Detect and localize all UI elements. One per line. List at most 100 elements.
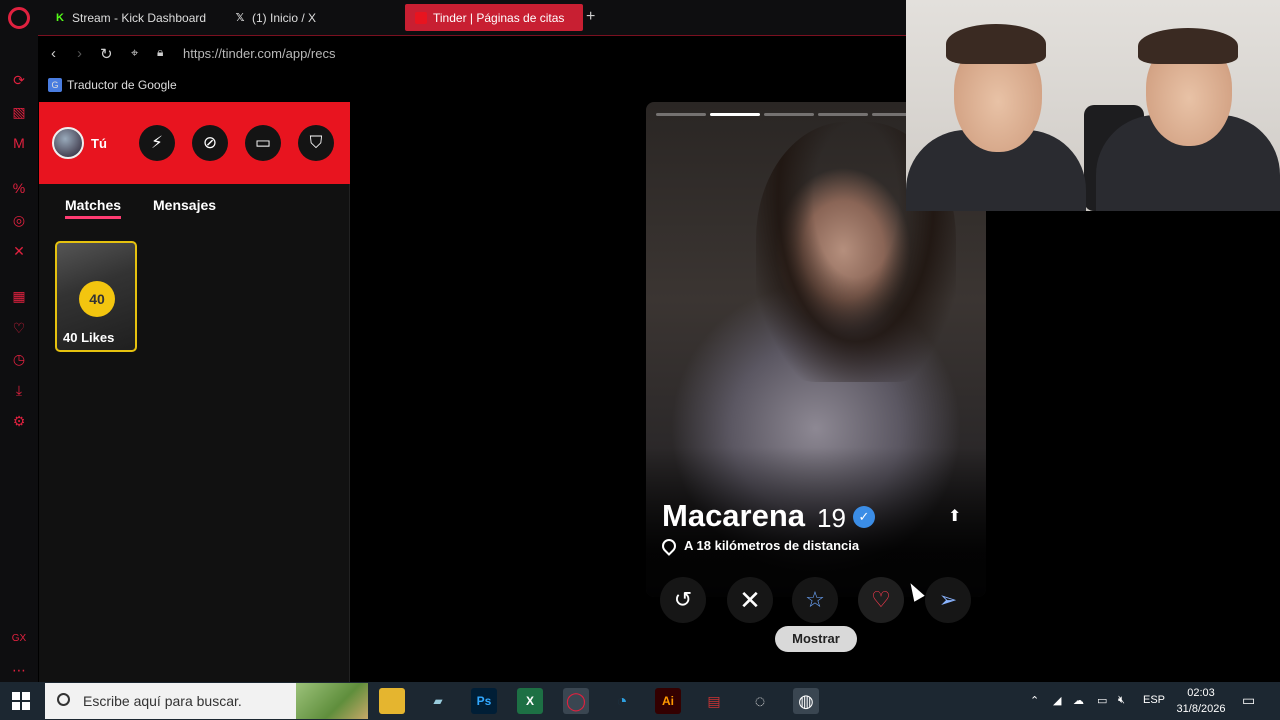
profile-age: 19 [817,503,846,533]
profile-label[interactable]: Tú [91,136,107,151]
profile-distance: A 18 kilómetros de distancia [659,535,860,556]
likes-card[interactable]: 40 40 Likes [55,241,137,352]
send-icon: ➢ [938,587,958,612]
browser-sidebar: ⟳ ▧ M % ◎ ✕ ▦ ♡ ◷ ⤓ ⚙ GX ⋯ [0,0,38,682]
opera-logo-icon[interactable] [8,7,30,29]
boost-icon[interactable]: ⚡︎ [139,125,175,161]
language-indicator[interactable]: ESP [1143,694,1165,706]
taskbar: Escribe aquí para buscar. ▰ Ps X ◯ ◔ Ai … [0,682,1280,720]
file-explorer-icon[interactable] [379,688,405,714]
network-icon[interactable]: ◢ [1053,694,1061,707]
nope-button[interactable]: ✕ [727,577,773,623]
tinder-icon [415,11,427,24]
whatsapp-icon[interactable]: ◎ [9,210,29,230]
more-icon[interactable]: ⋯ [9,660,29,680]
address-bar: ‹ › ↻ ⌖ 🔒︎ https://tinder.com/app/recs [38,35,906,71]
illustrator-icon[interactable]: Ai [655,688,681,714]
verified-icon: ✓ [853,506,875,528]
apps-icon[interactable]: ▦ [9,286,29,306]
excel-icon[interactable]: X [517,688,543,714]
cloud-icon[interactable]: ☁︎ [1073,694,1084,707]
search-placeholder: Escribe aquí para buscar. [83,693,242,709]
rewind-icon: ↺ [673,587,693,612]
percent-icon[interactable]: % [9,178,29,198]
search-decoration [296,683,368,719]
app-icon[interactable]: ◍ [793,688,819,714]
opera-gx-icon[interactable]: ◯ [563,688,589,714]
tab-label: Stream - Kick Dashboard [72,10,207,25]
tooltip: Mostrar [775,626,857,652]
x-icon: 𝕏 [235,12,245,24]
gx-icon[interactable]: GX [9,628,29,648]
download-icon[interactable]: ⤓ [9,380,29,400]
explore-icon[interactable]: ⊘ [192,125,228,161]
tab-label: (1) Inicio / X [252,10,317,25]
battery-icon[interactable]: ▭ [1097,694,1107,707]
webcam-overlay [906,0,1280,211]
location-icon[interactable]: ⌖ [131,45,138,61]
tab-tinder[interactable]: Tinder | Páginas de citas [405,4,583,31]
photo-progress-segment[interactable] [656,113,706,116]
windows-start-icon[interactable] [12,692,30,710]
photo-progress-segment[interactable] [764,113,814,116]
bookmarks-bar: G Traductor de Google [38,71,906,101]
back-icon[interactable]: ‹ [51,45,56,62]
photo-progress-segment[interactable] [818,113,868,116]
bookmark-google-translate[interactable]: G Traductor de Google [48,78,177,92]
clock[interactable]: 02:03 31/8/2026 [1174,685,1228,717]
taskbar-search[interactable]: Escribe aquí para buscar. [45,683,368,719]
messenger-icon[interactable]: M [9,133,29,153]
super-like-button[interactable]: ☆ [792,577,838,623]
profile-name: Macarena [662,498,806,533]
search-icon [57,693,70,706]
like-button[interactable]: ♡ [858,577,904,623]
heart-icon: ♡ [871,587,891,612]
rewind-button[interactable]: ↺ [660,577,706,623]
likes-count-badge: 40 [79,281,115,317]
tinder-sidebar: Tú ⚡︎ ⊘ ▭ ⛉ Matches Mensajes 40 40 Likes [39,102,350,682]
briefcase-icon[interactable]: ▭ [245,125,281,161]
forward-icon[interactable]: › [77,45,82,62]
star-icon: ☆ [805,587,825,612]
volume-muted-icon[interactable]: 🔇︎ [1118,694,1125,707]
heart-icon[interactable]: ♡ [9,318,29,338]
clock-icon[interactable]: ◷ [9,349,29,369]
history-icon[interactable]: ⟳ [9,70,29,90]
reload-icon[interactable]: ↻ [100,45,113,63]
send-button[interactable]: ➢ [925,577,971,623]
hair [1138,28,1238,64]
chevron-up-icon[interactable]: ⌃ [1030,694,1039,707]
photo-progress-segment[interactable] [710,113,760,116]
hair [946,24,1046,64]
notifications-icon[interactable]: ▭ [1242,692,1255,709]
kick-icon: K [56,11,64,24]
lock-icon[interactable]: 🔒︎ [157,45,163,60]
close-icon: ✕ [739,584,761,615]
bookmark-label: Traductor de Google [67,78,177,92]
tab-kick[interactable]: K Stream - Kick Dashboard [44,4,216,31]
arrow-up-icon[interactable]: ⬆︎ [948,506,961,526]
photoshop-icon[interactable]: Ps [471,688,497,714]
google-translate-icon: G [48,78,62,92]
video-icon[interactable]: ▧ [9,102,29,122]
location-pin-icon [659,535,679,556]
new-tab-button[interactable]: + [586,8,595,26]
x-icon[interactable]: ✕ [9,241,29,261]
likes-label: 40 Likes [63,330,115,345]
avatar[interactable] [52,127,84,159]
edge-icon[interactable]: ◔ [609,688,635,714]
sidebar-header: Tú ⚡︎ ⊘ ▭ ⛉ [39,102,350,184]
url-input[interactable]: https://tinder.com/app/recs [183,46,335,61]
shield-icon[interactable]: ⛉ [298,125,334,161]
tab-strip: K Stream - Kick Dashboard 𝕏 (1) Inicio /… [38,0,906,35]
obs-icon[interactable]: ◌ [747,688,773,714]
tab-x[interactable]: 𝕏 (1) Inicio / X [224,4,326,31]
tab-messages[interactable]: Mensajes [153,197,216,213]
distance-label: A 18 kilómetros de distancia [684,538,860,553]
clock-date: 31/8/2026 [1176,703,1226,715]
notepad-icon[interactable]: ▰ [425,688,451,714]
tab-matches[interactable]: Matches [65,197,122,219]
settings-icon[interactable]: ⚙ [9,411,29,431]
clock-time: 02:03 [1187,687,1215,699]
winrar-icon[interactable]: ▤ [701,688,727,714]
